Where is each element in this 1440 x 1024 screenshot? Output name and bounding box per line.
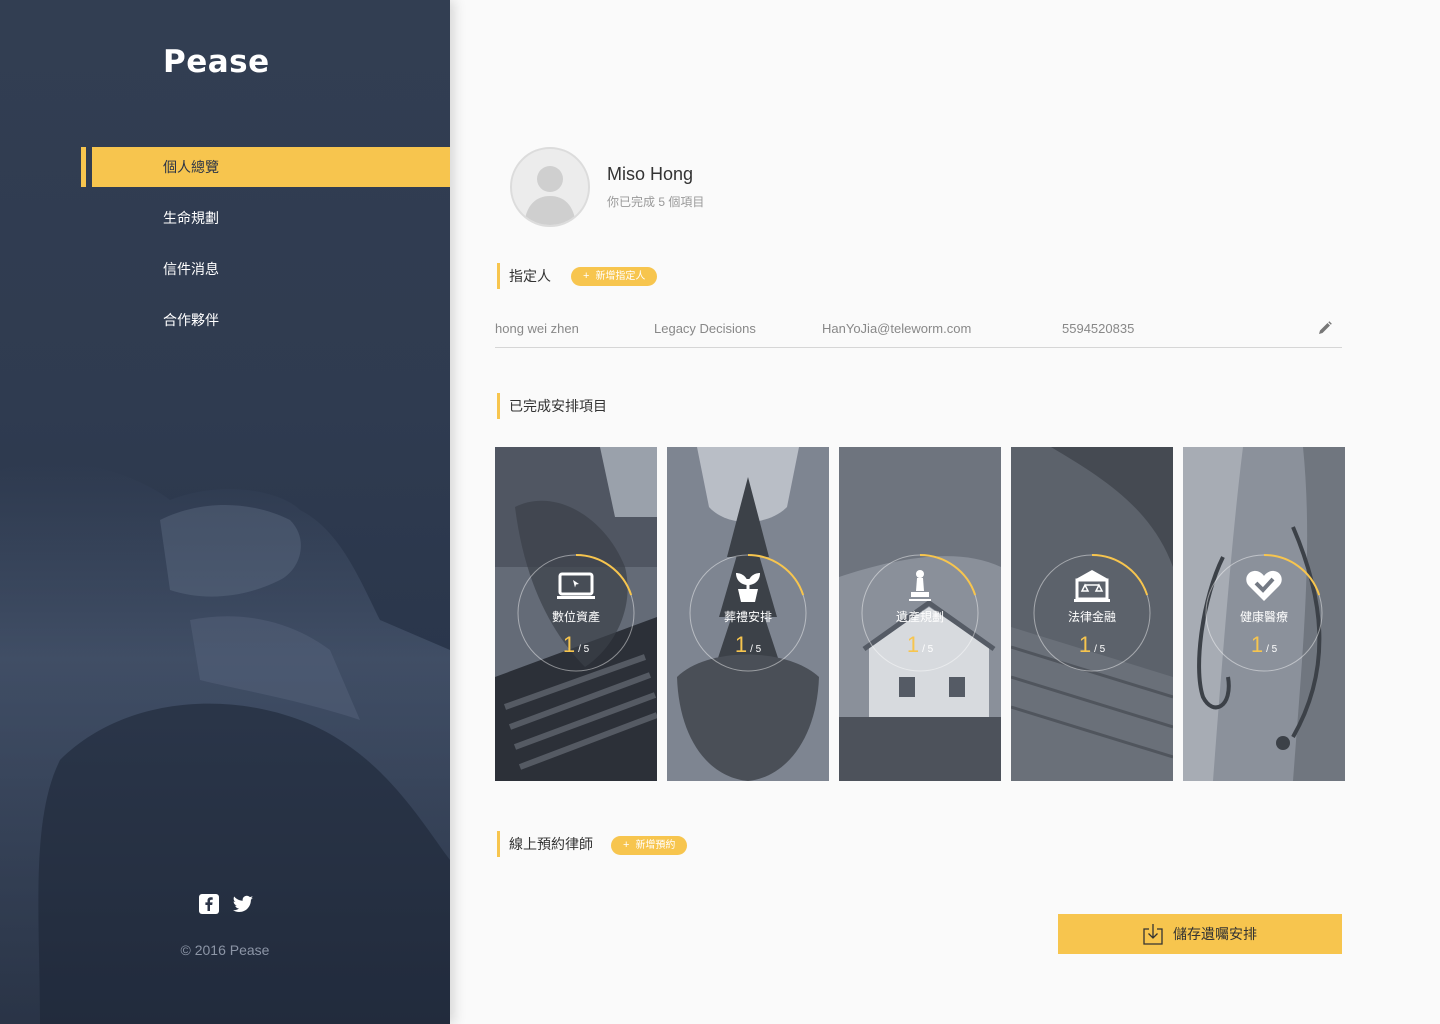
download-icon [1143, 924, 1163, 945]
designee-company: Legacy Decisions [654, 321, 756, 336]
completed-section-title: 已完成安排項目 [497, 393, 607, 419]
user-silhouette-icon [524, 166, 576, 225]
user-name: Miso Hong [607, 164, 694, 184]
add-appointment-label: 新增預約 [635, 840, 676, 851]
add-designee-button[interactable]: + 新增指定人 [571, 267, 658, 286]
designee-email: HanYoJia@teleworm.com [822, 321, 972, 336]
completed-cards: 數位資產 1/ 5 葬禮安排 1/ 5 遺產規劃 1 / 5 法律金融 1 / … [495, 447, 1345, 781]
plus-icon: + [583, 270, 590, 282]
card-count: 1/ 5 [562, 632, 590, 657]
sidebar-item-label: 生命規劃 [163, 210, 219, 226]
sidebar-nav: 個人總覽 生命規劃 信件消息 合作夥伴 [0, 147, 450, 351]
avatar[interactable] [510, 147, 590, 227]
sidebar-item-label: 個人總覽 [163, 159, 219, 175]
save-will-button[interactable]: 儲存遺囑安排 [1058, 914, 1342, 954]
card-digital-assets[interactable]: 數位資產 1/ 5 [495, 447, 657, 781]
card-count: 1/ 5 [1078, 632, 1106, 657]
pencil-icon[interactable] [1318, 321, 1332, 335]
card-label: 數位資產 [551, 610, 600, 624]
sidebar-item-overview[interactable]: 個人總覽 [0, 147, 450, 187]
user-progress-text: 你已完成 5 個項目 [607, 195, 705, 209]
card-label: 健康醫療 [1239, 610, 1288, 624]
sidebar-item-life-planning[interactable]: 生命規劃 [0, 198, 450, 238]
sidebar-item-partners[interactable]: 合作夥伴 [0, 300, 450, 340]
social-links [198, 893, 254, 915]
card-count: 1/ 5 [906, 632, 934, 657]
card-estate-planning[interactable]: 遺產規劃 1/ 5 [839, 447, 1001, 781]
card-legal-finance[interactable]: 法律金融 1/ 5 [1011, 447, 1173, 781]
laptop-icon [557, 572, 595, 599]
sidebar-item-label: 合作夥伴 [163, 312, 219, 328]
save-will-label: 儲存遺囑安排 [1173, 926, 1257, 942]
card-label: 遺產規劃 [895, 610, 944, 624]
twitter-icon[interactable] [232, 893, 254, 915]
add-designee-label: 新增指定人 [595, 271, 646, 282]
sidebar-item-messages[interactable]: 信件消息 [0, 249, 450, 289]
designee-row: hong wei zhen Legacy Decisions HanYoJia@… [495, 311, 1342, 348]
bank-icon [1074, 570, 1110, 602]
plus-icon: + [623, 839, 630, 851]
facebook-icon[interactable] [198, 893, 220, 915]
main-content: Miso Hong 你已完成 5 個項目 指定人 + 新增指定人 hong wei… [450, 0, 1440, 1024]
designee-phone: 5594520835 [1062, 321, 1135, 336]
copyright-text: © 2016 Pease [180, 942, 270, 958]
designee-name: hong wei zhen [495, 321, 579, 336]
heart-icon [1246, 570, 1282, 601]
stamp-icon [909, 570, 931, 601]
app-logo: Pease [163, 44, 270, 80]
add-appointment-button[interactable]: + 新增預約 [611, 836, 688, 855]
card-funeral-arrangements[interactable]: 葬禮安排 1/ 5 [667, 447, 829, 781]
card-health-medical[interactable]: 健康醫療 1/ 5 [1183, 447, 1345, 781]
plant-icon [736, 573, 760, 602]
card-label: 法律金融 [1067, 610, 1116, 624]
sidebar-item-label: 信件消息 [163, 261, 219, 277]
lawyer-section-title: 線上預約律師 [497, 831, 593, 857]
card-count: 1/ 5 [734, 632, 762, 657]
card-count: 1/ 5 [1250, 632, 1278, 657]
card-label: 葬禮安排 [723, 610, 772, 624]
designee-section-title: 指定人 [497, 263, 551, 289]
sidebar: Pease 個人總覽 生命規劃 信件消息 合作夥伴 © 2016 Pease [0, 0, 450, 1024]
